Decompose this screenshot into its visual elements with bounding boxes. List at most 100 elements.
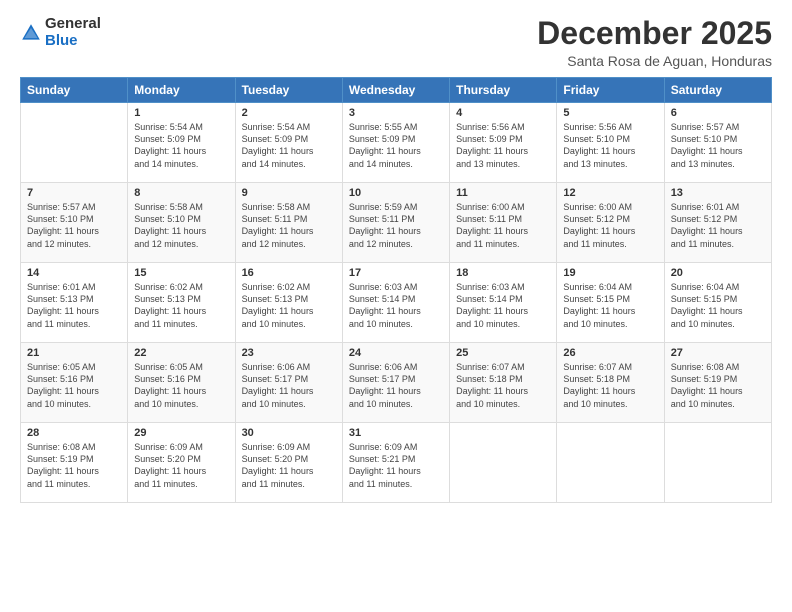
day-cell-26: 26 Sunrise: 6:07 AM Sunset: 5:18 PM Dayli…: [557, 343, 664, 423]
logo-text: General Blue: [45, 16, 101, 49]
day-cell-6: 6 Sunrise: 5:57 AM Sunset: 5:10 PM Daylig…: [664, 103, 771, 183]
day-number: 17: [349, 267, 443, 279]
week-row-4: 21 Sunrise: 6:05 AM Sunset: 5:16 PM Dayli…: [21, 343, 772, 423]
day-number: 19: [563, 267, 657, 279]
empty-cell: [664, 423, 771, 503]
day-number: 9: [242, 187, 336, 199]
day-cell-3: 3 Sunrise: 5:55 AM Sunset: 5:09 PM Daylig…: [342, 103, 449, 183]
day-cell-19: 19 Sunrise: 6:04 AM Sunset: 5:15 PM Dayli…: [557, 263, 664, 343]
day-number: 31: [349, 427, 443, 439]
day-number: 27: [671, 347, 765, 359]
day-info: Sunrise: 5:58 AM Sunset: 5:10 PM Dayligh…: [134, 201, 228, 250]
month-title: December 2025: [537, 16, 772, 51]
day-cell-31: 31 Sunrise: 6:09 AM Sunset: 5:21 PM Dayli…: [342, 423, 449, 503]
empty-cell: [21, 103, 128, 183]
day-info: Sunrise: 5:55 AM Sunset: 5:09 PM Dayligh…: [349, 121, 443, 170]
week-row-5: 28 Sunrise: 6:08 AM Sunset: 5:19 PM Dayli…: [21, 423, 772, 503]
day-number: 30: [242, 427, 336, 439]
day-number: 1: [134, 107, 228, 119]
day-number: 23: [242, 347, 336, 359]
day-number: 10: [349, 187, 443, 199]
day-info: Sunrise: 6:02 AM Sunset: 5:13 PM Dayligh…: [134, 281, 228, 330]
day-info: Sunrise: 6:00 AM Sunset: 5:11 PM Dayligh…: [456, 201, 550, 250]
day-info: Sunrise: 6:04 AM Sunset: 5:15 PM Dayligh…: [671, 281, 765, 330]
day-cell-9: 9 Sunrise: 5:58 AM Sunset: 5:11 PM Daylig…: [235, 183, 342, 263]
day-number: 11: [456, 187, 550, 199]
logo: General Blue: [20, 16, 101, 49]
day-info: Sunrise: 5:58 AM Sunset: 5:11 PM Dayligh…: [242, 201, 336, 250]
day-cell-11: 11 Sunrise: 6:00 AM Sunset: 5:11 PM Dayli…: [450, 183, 557, 263]
day-number: 21: [27, 347, 121, 359]
day-cell-24: 24Sunrise: 6:06 AM Sunset: 5:17 PM Dayli…: [342, 343, 449, 423]
day-cell-30: 30Sunrise: 6:09 AM Sunset: 5:20 PM Dayli…: [235, 423, 342, 503]
day-cell-18: 18 Sunrise: 6:03 AM Sunset: 5:14 PM Dayli…: [450, 263, 557, 343]
day-cell-1: 1 Sunrise: 5:54 AM Sunset: 5:09 PM Daylig…: [128, 103, 235, 183]
weekday-header-tuesday: Tuesday: [235, 78, 342, 103]
day-info: Sunrise: 5:59 AM Sunset: 5:11 PM Dayligh…: [349, 201, 443, 250]
day-info: Sunrise: 5:54 AM Sunset: 5:09 PM Dayligh…: [242, 121, 336, 170]
header: General Blue December 2025 Santa Rosa de…: [20, 16, 772, 69]
day-number: 3: [349, 107, 443, 119]
week-row-2: 7 Sunrise: 5:57 AM Sunset: 5:10 PM Daylig…: [21, 183, 772, 263]
day-info: Sunrise: 6:09 AM Sunset: 5:21 PM Dayligh…: [349, 441, 443, 490]
weekday-header-row: SundayMondayTuesdayWednesdayThursdayFrid…: [21, 78, 772, 103]
day-cell-12: 12Sunrise: 6:00 AM Sunset: 5:12 PM Dayli…: [557, 183, 664, 263]
calendar-page: General Blue December 2025 Santa Rosa de…: [0, 0, 792, 612]
day-cell-13: 13 Sunrise: 6:01 AM Sunset: 5:12 PM Dayli…: [664, 183, 771, 263]
day-info: Sunrise: 6:05 AM Sunset: 5:16 PM Dayligh…: [27, 361, 121, 410]
day-number: 26: [563, 347, 657, 359]
day-info: Sunrise: 5:57 AM Sunset: 5:10 PM Dayligh…: [671, 121, 765, 170]
day-cell-5: 5 Sunrise: 5:56 AM Sunset: 5:10 PM Daylig…: [557, 103, 664, 183]
day-number: 8: [134, 187, 228, 199]
day-cell-20: 20 Sunrise: 6:04 AM Sunset: 5:15 PM Dayli…: [664, 263, 771, 343]
weekday-header-wednesday: Wednesday: [342, 78, 449, 103]
weekday-header-saturday: Saturday: [664, 78, 771, 103]
day-info: Sunrise: 5:54 AM Sunset: 5:09 PM Dayligh…: [134, 121, 228, 170]
day-info: Sunrise: 6:02 AM Sunset: 5:13 PM Dayligh…: [242, 281, 336, 330]
weekday-header-thursday: Thursday: [450, 78, 557, 103]
empty-cell: [557, 423, 664, 503]
day-info: Sunrise: 6:09 AM Sunset: 5:20 PM Dayligh…: [134, 441, 228, 490]
day-info: Sunrise: 6:07 AM Sunset: 5:18 PM Dayligh…: [563, 361, 657, 410]
day-number: 16: [242, 267, 336, 279]
day-number: 6: [671, 107, 765, 119]
day-info: Sunrise: 5:56 AM Sunset: 5:10 PM Dayligh…: [563, 121, 657, 170]
day-info: Sunrise: 6:01 AM Sunset: 5:12 PM Dayligh…: [671, 201, 765, 250]
day-cell-10: 10 Sunrise: 5:59 AM Sunset: 5:11 PM Dayli…: [342, 183, 449, 263]
day-number: 20: [671, 267, 765, 279]
week-row-3: 14Sunrise: 6:01 AM Sunset: 5:13 PM Dayli…: [21, 263, 772, 343]
empty-cell: [450, 423, 557, 503]
day-cell-15: 15 Sunrise: 6:02 AM Sunset: 5:13 PM Dayli…: [128, 263, 235, 343]
location: Santa Rosa de Aguan, Honduras: [537, 53, 772, 69]
day-info: Sunrise: 6:08 AM Sunset: 5:19 PM Dayligh…: [27, 441, 121, 490]
day-number: 25: [456, 347, 550, 359]
day-cell-21: 21 Sunrise: 6:05 AM Sunset: 5:16 PM Dayli…: [21, 343, 128, 423]
logo-blue-text: Blue: [45, 33, 101, 50]
day-number: 7: [27, 187, 121, 199]
day-number: 28: [27, 427, 121, 439]
title-area: December 2025 Santa Rosa de Aguan, Hondu…: [537, 16, 772, 69]
week-row-1: 1 Sunrise: 5:54 AM Sunset: 5:09 PM Daylig…: [21, 103, 772, 183]
day-number: 14: [27, 267, 121, 279]
day-info: Sunrise: 6:03 AM Sunset: 5:14 PM Dayligh…: [456, 281, 550, 330]
day-cell-22: 22Sunrise: 6:05 AM Sunset: 5:16 PM Dayli…: [128, 343, 235, 423]
day-cell-28: 28 Sunrise: 6:08 AM Sunset: 5:19 PM Dayli…: [21, 423, 128, 503]
day-cell-8: 8 Sunrise: 5:58 AM Sunset: 5:10 PM Daylig…: [128, 183, 235, 263]
day-number: 15: [134, 267, 228, 279]
day-number: 5: [563, 107, 657, 119]
day-info: Sunrise: 6:08 AM Sunset: 5:19 PM Dayligh…: [671, 361, 765, 410]
day-number: 24: [349, 347, 443, 359]
day-number: 2: [242, 107, 336, 119]
day-cell-14: 14Sunrise: 6:01 AM Sunset: 5:13 PM Dayli…: [21, 263, 128, 343]
day-info: Sunrise: 6:03 AM Sunset: 5:14 PM Dayligh…: [349, 281, 443, 330]
day-number: 13: [671, 187, 765, 199]
day-info: Sunrise: 6:04 AM Sunset: 5:15 PM Dayligh…: [563, 281, 657, 330]
day-cell-2: 2 Sunrise: 5:54 AM Sunset: 5:09 PM Daylig…: [235, 103, 342, 183]
day-info: Sunrise: 5:57 AM Sunset: 5:10 PM Dayligh…: [27, 201, 121, 250]
weekday-header-monday: Monday: [128, 78, 235, 103]
day-info: Sunrise: 6:07 AM Sunset: 5:18 PM Dayligh…: [456, 361, 550, 410]
day-cell-7: 7 Sunrise: 5:57 AM Sunset: 5:10 PM Daylig…: [21, 183, 128, 263]
day-cell-29: 29Sunrise: 6:09 AM Sunset: 5:20 PM Dayli…: [128, 423, 235, 503]
day-number: 18: [456, 267, 550, 279]
day-cell-17: 17 Sunrise: 6:03 AM Sunset: 5:14 PM Dayli…: [342, 263, 449, 343]
